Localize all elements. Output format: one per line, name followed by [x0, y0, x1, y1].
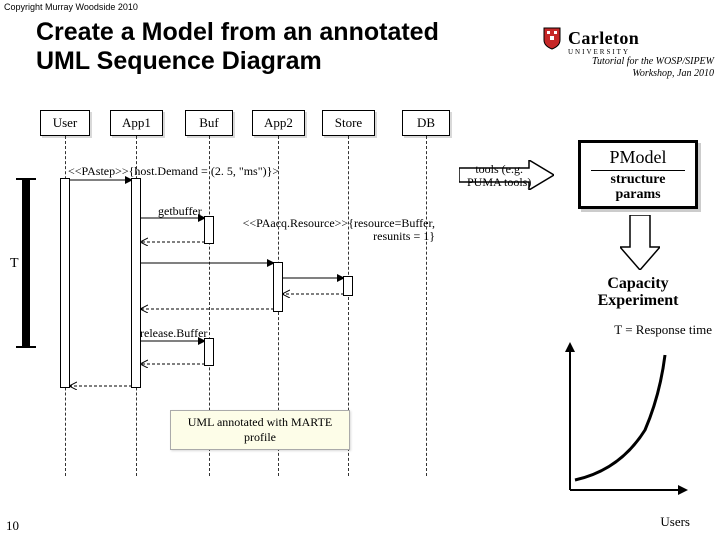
pmodel-box: PModel structure params: [578, 140, 698, 209]
carleton-logo: Carleton UNIVERSITY: [542, 26, 712, 56]
marte-note: UML annotated with MARTE profile: [170, 410, 350, 450]
msg-paacq: <<PAacq.Resource>>{resource=Buffer, resu…: [205, 217, 435, 243]
participant-store: Store: [322, 110, 375, 136]
capacity-experiment: Capacity Experiment: [578, 276, 698, 310]
tools-line1: tools (e.g.: [475, 162, 523, 176]
tutorial-note: Tutorial for the WOSP/SIPEW Workshop, Ja…: [592, 56, 714, 79]
activation: [204, 338, 214, 366]
title-line2: UML Sequence Diagram: [36, 47, 322, 75]
sequence-diagram: T User App1 Buf App2 Store DB <<PAstep>>…: [40, 110, 460, 490]
t-label: T: [10, 256, 19, 272]
title-line1: Create a Model from an annotated: [36, 18, 439, 46]
copyright: Copyright Murray Woodside 2010: [4, 2, 138, 12]
participant-app1: App1: [110, 110, 163, 136]
participant-user: User: [40, 110, 90, 136]
activation: [131, 178, 141, 388]
t-bar: [22, 178, 30, 348]
capacity-line2: Experiment: [598, 292, 679, 309]
logo-text: Carleton: [568, 28, 639, 49]
pmodel-params: params: [591, 188, 685, 203]
tools-line2: PUMA tools): [467, 175, 531, 189]
pmodel-title: PModel: [591, 147, 685, 168]
response-chart: [550, 340, 690, 510]
msg-pastep: <<PAstep>>{host.Demand = (2. 5, "ms")}>: [68, 164, 279, 179]
slide-number: 10: [6, 518, 19, 534]
shield-icon: [542, 26, 562, 50]
participant-db: DB: [402, 110, 450, 136]
users-label: Users: [660, 514, 690, 530]
activation: [273, 262, 283, 312]
arrow-down-icon: [620, 215, 660, 270]
participant-buf: Buf: [185, 110, 233, 136]
tutorial-line1: Tutorial for the WOSP/SIPEW: [592, 56, 714, 67]
page-title: Create a Model from an annotated UML Seq…: [36, 18, 439, 76]
activation: [343, 276, 353, 296]
logo-sub: UNIVERSITY: [568, 48, 712, 56]
participant-app2: App2: [252, 110, 305, 136]
pmodel-structure: structure: [591, 173, 685, 188]
tools-label: tools (e.g. PUMA tools): [467, 163, 531, 189]
msg-release: release.Buffer: [140, 326, 207, 341]
msg-getbuffer: getbuffer: [158, 204, 202, 219]
tutorial-line2: Workshop, Jan 2010: [632, 68, 714, 79]
t-response-label: T = Response time: [614, 322, 712, 338]
capacity-line1: Capacity: [607, 275, 668, 292]
activation: [60, 178, 70, 388]
